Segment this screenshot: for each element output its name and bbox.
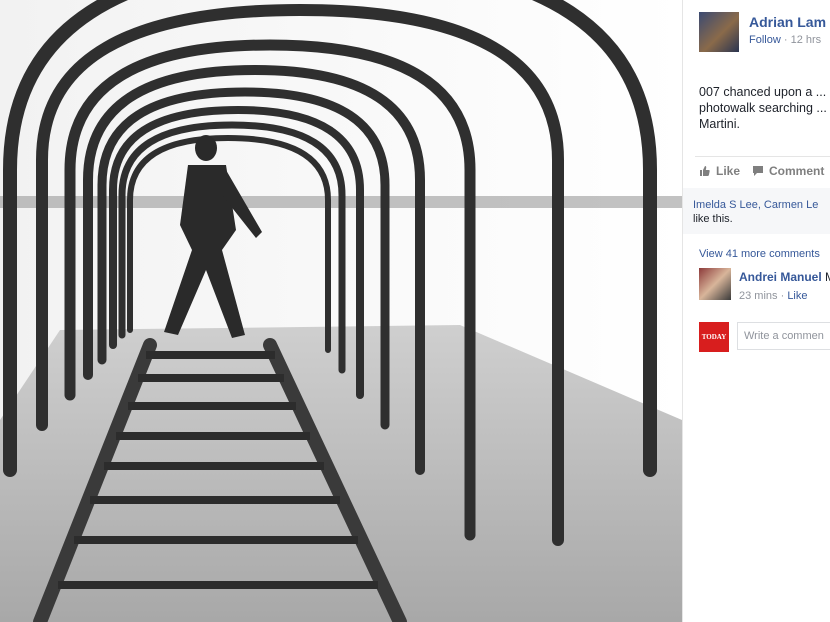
follow-link[interactable]: Follow	[749, 34, 781, 46]
post-meta: Follow · 12 hrs	[749, 34, 821, 46]
meta-separator: ·	[780, 34, 791, 46]
photo-svg	[0, 0, 682, 622]
today-badge-text: TODAY	[701, 333, 727, 341]
post-text: 007 chanced upon a ... photowalk searchi…	[699, 85, 827, 131]
comment-icon	[753, 166, 764, 176]
post-side-panel: Adrian Lam Follow · 12 hrs 007 chanced u…	[682, 0, 830, 622]
comment-button[interactable]: Comment	[752, 164, 824, 178]
commenter-avatar[interactable]	[699, 268, 731, 300]
likes-summary: Imelda S Lee, Carmen Le like this.	[683, 188, 830, 234]
post-time[interactable]: 12 hrs	[791, 34, 822, 46]
comment-like-link[interactable]: Like	[787, 290, 807, 302]
view-more-comments[interactable]: View 41 more comments	[699, 248, 820, 260]
like-label: Like	[716, 164, 741, 178]
comment-label: Comment	[769, 164, 825, 178]
comment-body: Andrei Manuel M	[739, 270, 830, 284]
write-comment-input[interactable]: Write a commen	[737, 322, 830, 350]
likes-names[interactable]: Imelda S Lee, Carmen Le	[693, 198, 830, 212]
thumbs-up-icon	[700, 166, 710, 176]
today-avatar: TODAY	[699, 322, 729, 352]
post-photo[interactable]	[0, 0, 682, 622]
divider	[695, 156, 830, 157]
likes-suffix: like this.	[693, 213, 733, 225]
author-name[interactable]: Adrian Lam	[749, 14, 826, 30]
comment-time[interactable]: 23 mins	[739, 290, 778, 302]
author-avatar[interactable]	[699, 12, 739, 52]
like-button[interactable]: Like	[699, 164, 740, 178]
post-actions: Like Comment	[699, 164, 824, 178]
commenter-name[interactable]: Andrei Manuel	[739, 270, 822, 284]
comment-text: M	[825, 270, 830, 284]
comment-meta: 23 mins · Like	[739, 290, 808, 302]
